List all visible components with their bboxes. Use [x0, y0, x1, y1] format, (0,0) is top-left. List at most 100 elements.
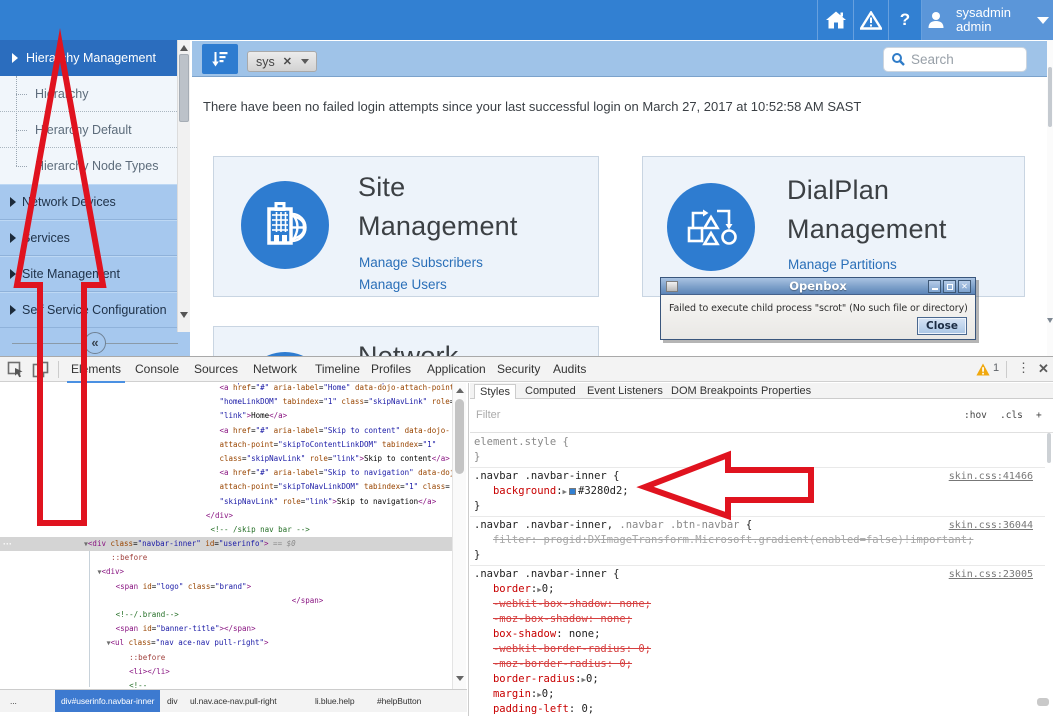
- devtools-tab[interactable]: Security: [497, 362, 540, 376]
- scroll-up-icon[interactable]: [456, 388, 464, 393]
- styles-scrollbar-thumb[interactable]: [1047, 433, 1051, 463]
- dom-tree-line[interactable]: <!--/.brand-->: [0, 608, 452, 622]
- dom-tree-line[interactable]: </div>: [0, 509, 452, 523]
- pseudo-toggle[interactable]: :hov: [964, 410, 987, 421]
- styles-tab[interactable]: Computed: [520, 384, 581, 399]
- sidebar-scrollbar[interactable]: [177, 40, 190, 332]
- styles-tab[interactable]: Event Listeners: [582, 384, 668, 399]
- css-rule-line[interactable]: .navbar .navbar-inner, .navbar .btn-navb…: [470, 518, 1045, 533]
- devtools-tab[interactable]: Console: [135, 362, 179, 376]
- alerts-button[interactable]: [853, 0, 888, 40]
- breadcrumb-item[interactable]: li.blue.help: [309, 690, 360, 712]
- scroll-up-icon[interactable]: [180, 45, 188, 51]
- page-scrollbar-thumb[interactable]: [1048, 67, 1052, 127]
- css-rule-line[interactable]: }: [470, 499, 1045, 514]
- dom-tree-line[interactable]: <li></li>: [0, 665, 452, 679]
- dom-tree-line[interactable]: ▼<div>: [0, 565, 452, 579]
- dom-tree-line[interactable]: <a href="#" aria-label="Skip to navigati…: [0, 466, 452, 480]
- sidebar-scrollbar-thumb[interactable]: [179, 54, 189, 122]
- sidebar-section[interactable]: Site Management: [0, 256, 177, 292]
- sidebar-item-hierarchy[interactable]: Hierarchy: [0, 76, 177, 112]
- css-rule-line[interactable]: [470, 514, 1045, 517]
- pseudo-toggle[interactable]: .cls: [1000, 410, 1023, 421]
- devtools-tab[interactable]: Elements: [71, 362, 121, 376]
- sidebar-section-hierarchy-management[interactable]: Hierarchy Management: [0, 40, 177, 76]
- css-rule-line[interactable]: margin:▶0;: [470, 687, 1045, 702]
- breadcrumb-item[interactable]: #helpButton: [371, 690, 427, 712]
- devtools-tab[interactable]: Profiles: [371, 362, 411, 376]
- styles-filter-input[interactable]: Filter: [476, 409, 500, 421]
- devtools-tab[interactable]: Sources: [194, 362, 238, 376]
- scroll-down-icon[interactable]: [180, 312, 188, 318]
- css-rule-line[interactable]: .navbar .navbar-inner { skin.css:41466: [470, 469, 1045, 484]
- pseudo-toggle[interactable]: +: [1036, 410, 1042, 421]
- elements-scrollbar-thumb[interactable]: [455, 399, 464, 474]
- elements-scrollbar[interactable]: [452, 383, 466, 689]
- panel-divider[interactable]: [468, 383, 469, 716]
- tab-dropdown-icon[interactable]: [301, 59, 309, 64]
- dom-tree-line[interactable]: "skipNavLink" role="link">Skip to naviga…: [0, 495, 452, 509]
- dom-tree-line[interactable]: "link">Home</a>: [0, 409, 452, 423]
- dom-tree-line[interactable]: ▼<ul class="nav ace-nav pull-right">: [0, 636, 452, 650]
- styles-tab[interactable]: Properties: [756, 384, 816, 399]
- devtools-tab[interactable]: Network: [253, 362, 297, 376]
- search-box[interactable]: [883, 47, 1027, 72]
- stylesheet-link[interactable]: skin.css:23005: [949, 567, 1033, 582]
- page-scrollbar-down-icon[interactable]: [1047, 318, 1053, 323]
- dom-tree-line[interactable]: <!-- /skip nav bar -->: [0, 523, 452, 537]
- styles-tab[interactable]: DOM Breakpoints: [666, 384, 763, 399]
- css-rule-line[interactable]: border:▶0;: [470, 582, 1045, 597]
- css-rule-line[interactable]: filter: progid:DXImageTransform.Microsof…: [470, 533, 1045, 548]
- css-rule-line[interactable]: -webkit-box-shadow: none;: [470, 597, 1045, 612]
- stylesheet-link[interactable]: skin.css:36044: [949, 518, 1033, 533]
- dialog-close-button[interactable]: Close: [917, 317, 967, 335]
- css-rule-line[interactable]: -moz-border-radius: 0;: [470, 657, 1045, 672]
- dialog-titlebar[interactable]: Openbox ✕: [661, 278, 975, 295]
- css-rule-line[interactable]: border-radius:▶0;: [470, 672, 1045, 687]
- css-rule-line[interactable]: box-shadow: none;: [470, 627, 1045, 642]
- css-rule-line[interactable]: -webkit-border-radius: 0;: [470, 642, 1045, 657]
- css-rule-line[interactable]: }: [470, 548, 1045, 563]
- search-input[interactable]: [911, 52, 1016, 67]
- devtools-tab[interactable]: Audits: [553, 362, 586, 376]
- styles-tab[interactable]: Styles: [474, 384, 516, 399]
- device-toolbar-icon[interactable]: [32, 361, 49, 378]
- css-rule-line[interactable]: [470, 465, 1045, 468]
- dom-tree-line[interactable]: <span id="logo" class="brand">: [0, 580, 452, 594]
- warning-icon[interactable]: [976, 363, 990, 376]
- stylesheet-link[interactable]: skin.css:41466: [949, 469, 1033, 484]
- sidebar-section[interactable]: Services: [0, 220, 177, 256]
- tab-sys[interactable]: sys ✕: [247, 51, 317, 72]
- tab-close-icon[interactable]: ✕: [283, 55, 292, 68]
- dom-tree-line[interactable]: <a href="#" aria-label="Home" data-dojo-…: [0, 383, 452, 395]
- dom-tree-line[interactable]: ::before: [0, 651, 452, 665]
- link-manage-subscribers[interactable]: Manage Subscribers: [359, 255, 483, 270]
- sidebar-section[interactable]: Network Devices: [0, 184, 177, 220]
- devtools-close-icon[interactable]: ✕: [1038, 361, 1049, 377]
- dom-tree-line[interactable]: ::before: [0, 551, 452, 565]
- maximize-button[interactable]: [943, 280, 956, 293]
- css-rule-line[interactable]: -moz-box-shadow: none;: [470, 612, 1045, 627]
- css-rule-line[interactable]: padding-left: 0;: [470, 702, 1045, 716]
- dom-tree-line[interactable]: <!--: [0, 679, 452, 689]
- breadcrumb-item[interactable]: ul.nav.ace-nav.pull-right: [184, 690, 282, 712]
- user-menu[interactable]: sysadmin admin: [921, 0, 1053, 40]
- breadcrumb-item[interactable]: div#userinfo.navbar-inner: [55, 690, 160, 712]
- link-manage-partitions[interactable]: Manage Partitions: [788, 257, 897, 272]
- dom-tree-line[interactable]: ▼<div class="navbar-inner" id="userinfo"…: [0, 537, 452, 551]
- devtools-tab[interactable]: Application: [427, 362, 486, 376]
- sidebar-collapse-button[interactable]: «: [84, 332, 106, 354]
- inspect-element-icon[interactable]: [7, 361, 24, 378]
- css-rule-line[interactable]: .navbar .navbar-inner { skin.css:23005: [470, 567, 1045, 582]
- sort-button[interactable]: [202, 44, 238, 74]
- page-scrollbar[interactable]: [1047, 40, 1053, 356]
- css-rule-line[interactable]: [470, 563, 1045, 566]
- dom-tree-line[interactable]: <a href="#" aria-label="Skip to content"…: [0, 424, 452, 438]
- dom-tree-line[interactable]: <span id="banner-title"></span>: [0, 622, 452, 636]
- breadcrumb-item[interactable]: div: [161, 690, 184, 712]
- dom-tree-line[interactable]: "homeLinkDOM" tabindex="1" class="skipNa…: [0, 395, 452, 409]
- breadcrumb-item[interactable]: ...: [4, 690, 23, 712]
- sidebar-section[interactable]: Self Service Configuration: [0, 292, 177, 328]
- css-rule-line[interactable]: }: [470, 450, 1045, 465]
- sidebar-item-hierarchy-default[interactable]: Hierarchy Default: [0, 112, 177, 148]
